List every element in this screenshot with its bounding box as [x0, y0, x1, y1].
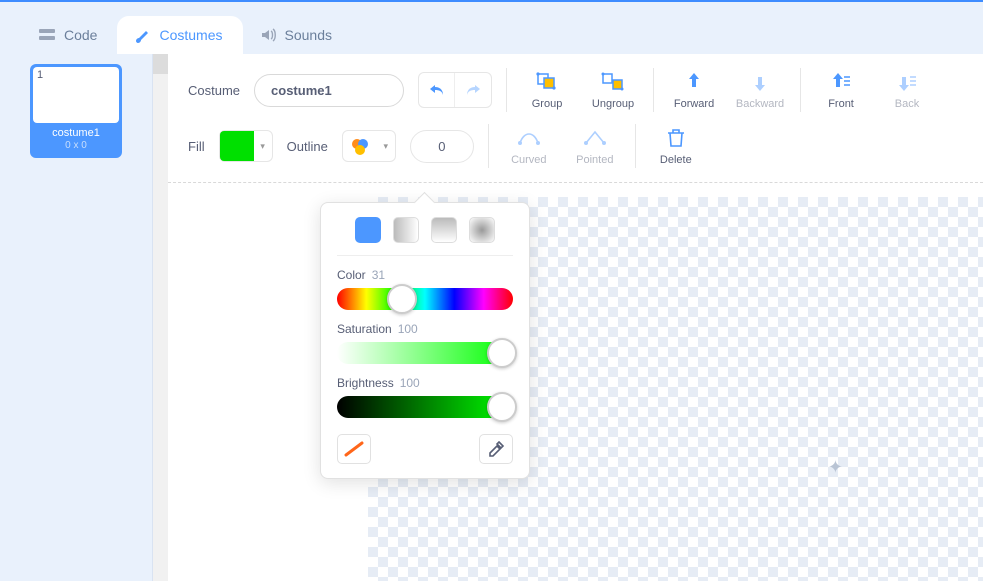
- separator: [506, 68, 507, 112]
- ungroup-button[interactable]: Ungroup: [587, 70, 639, 110]
- forward-icon: [682, 70, 706, 94]
- delete-button[interactable]: Delete: [650, 126, 702, 166]
- curved-icon: [517, 126, 541, 150]
- color-slider-label: Color: [337, 268, 366, 282]
- divider: [168, 182, 983, 183]
- costume-thumbnail[interactable]: 1 costume1 0 x 0: [30, 64, 122, 158]
- brightness-slider[interactable]: [337, 396, 513, 418]
- front-button[interactable]: Front: [815, 70, 867, 110]
- outline-swatch[interactable]: ▾: [342, 130, 396, 162]
- curved-button[interactable]: Curved: [503, 126, 555, 166]
- saturation-slider-label: Saturation: [337, 322, 392, 336]
- workspace: 1 costume1 0 x 0 Costume Group Ungroup: [0, 54, 983, 581]
- pointed-label: Pointed: [576, 154, 613, 166]
- color-slider[interactable]: [337, 288, 513, 310]
- tab-costumes[interactable]: Costumes: [117, 16, 242, 54]
- color-picker-footer: [337, 434, 513, 464]
- color-picker-popover: Color 31 Saturation 100 Brightness 100: [320, 202, 530, 479]
- tab-code-label: Code: [64, 27, 97, 43]
- fill-color-preview: [220, 131, 254, 161]
- undo-button[interactable]: [419, 73, 455, 107]
- outline-label: Outline: [287, 139, 328, 154]
- outline-color-preview: [343, 131, 377, 161]
- group-icon: [535, 70, 559, 94]
- brush-icon: [133, 26, 151, 44]
- pointed-icon: [583, 126, 607, 150]
- ungroup-icon: [601, 70, 625, 94]
- forward-button[interactable]: Forward: [668, 70, 720, 110]
- color-slider-block: Color 31: [337, 268, 513, 310]
- fill-mode-vertical-gradient[interactable]: [431, 217, 457, 243]
- separator: [635, 124, 636, 168]
- fill-swatch[interactable]: ▾: [219, 130, 273, 162]
- tab-sounds-label: Sounds: [285, 27, 332, 43]
- costume-list-panel: 1 costume1 0 x 0: [0, 54, 168, 581]
- toolbar-row-2: Fill ▾ Outline ▾ Curved Pointed: [168, 120, 983, 182]
- separator: [488, 124, 489, 168]
- color-slider-value: 31: [372, 268, 385, 282]
- tab-costumes-label: Costumes: [159, 27, 222, 43]
- backward-button[interactable]: Backward: [734, 70, 786, 110]
- separator: [653, 68, 654, 112]
- undo-redo-group: [418, 72, 492, 108]
- group-button[interactable]: Group: [521, 70, 573, 110]
- back-icon: [895, 70, 919, 94]
- delete-label: Delete: [660, 154, 692, 166]
- costume-field-label: Costume: [188, 83, 240, 98]
- trash-icon: [664, 126, 688, 150]
- separator: [800, 68, 801, 112]
- brightness-slider-block: Brightness 100: [337, 376, 513, 418]
- scrollbar[interactable]: [152, 54, 168, 581]
- tab-code[interactable]: Code: [22, 16, 117, 54]
- saturation-slider-value: 100: [398, 322, 418, 336]
- saturation-slider[interactable]: [337, 342, 513, 364]
- tab-sounds[interactable]: Sounds: [243, 16, 352, 54]
- backward-icon: [748, 70, 772, 94]
- backward-label: Backward: [736, 98, 784, 110]
- slider-thumb[interactable]: [487, 338, 517, 368]
- pointed-button[interactable]: Pointed: [569, 126, 621, 166]
- costume-size-label: 0 x 0: [33, 140, 119, 155]
- chevron-down-icon: ▾: [377, 131, 395, 161]
- costume-name-label: costume1: [33, 123, 119, 140]
- group-label: Group: [532, 98, 563, 110]
- tab-bar: Code Costumes Sounds: [0, 0, 983, 54]
- back-button[interactable]: Back: [881, 70, 933, 110]
- sound-icon: [259, 26, 277, 44]
- brightness-slider-value: 100: [400, 376, 420, 390]
- fill-label: Fill: [188, 139, 205, 154]
- back-label: Back: [895, 98, 919, 110]
- outline-width-input[interactable]: [410, 130, 474, 163]
- redo-button[interactable]: [455, 73, 491, 107]
- chevron-down-icon: ▾: [254, 131, 272, 161]
- slider-thumb[interactable]: [487, 392, 517, 422]
- ungroup-label: Ungroup: [592, 98, 634, 110]
- toolbar-row-1: Costume Group Ungroup Forward: [168, 54, 983, 120]
- fill-mode-row: [337, 217, 513, 256]
- crosshair-icon: ✦: [828, 457, 843, 478]
- paint-editor: Costume Group Ungroup Forward: [168, 54, 983, 581]
- front-label: Front: [828, 98, 854, 110]
- curved-label: Curved: [511, 154, 546, 166]
- fill-mode-solid[interactable]: [355, 217, 381, 243]
- brightness-slider-label: Brightness: [337, 376, 394, 390]
- front-icon: [829, 70, 853, 94]
- costume-name-input[interactable]: [254, 74, 404, 107]
- slider-thumb[interactable]: [387, 284, 417, 314]
- eyedropper-button[interactable]: [479, 434, 513, 464]
- saturation-slider-block: Saturation 100: [337, 322, 513, 364]
- fill-mode-horizontal-gradient[interactable]: [393, 217, 419, 243]
- costume-index: 1: [37, 69, 43, 81]
- fill-mode-radial-gradient[interactable]: [469, 217, 495, 243]
- no-fill-button[interactable]: [337, 434, 371, 464]
- code-icon: [38, 26, 56, 44]
- forward-label: Forward: [674, 98, 714, 110]
